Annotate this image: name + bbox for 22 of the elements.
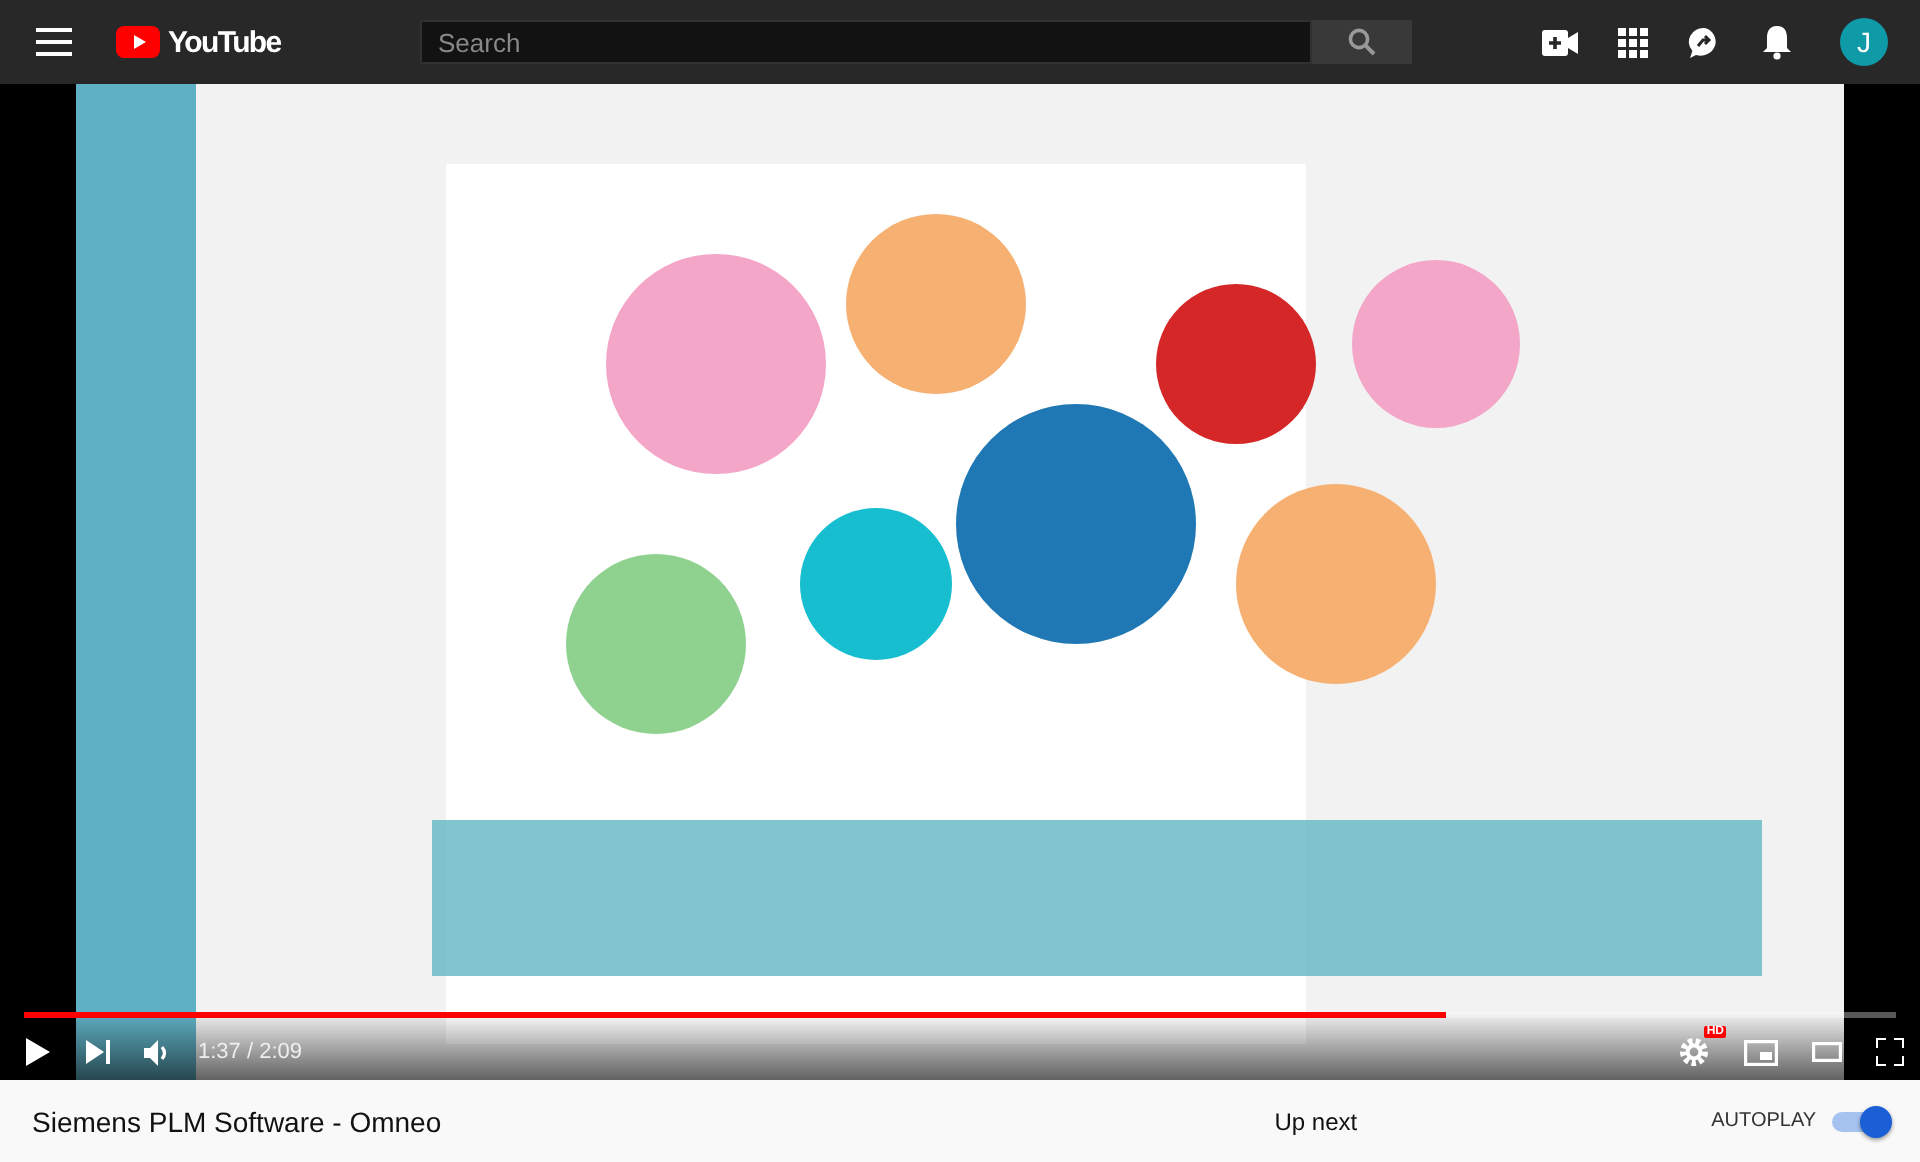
miniplayer-icon[interactable]	[1744, 1039, 1778, 1065]
next-icon[interactable]	[86, 1040, 110, 1064]
volume-icon[interactable]	[144, 1039, 172, 1065]
chat-bubble-icon[interactable]	[1688, 25, 1722, 59]
video-title: Siemens PLM Software - Omneo	[32, 1105, 444, 1137]
autoplay-toggle[interactable]	[1832, 1111, 1888, 1131]
theater-mode-icon[interactable]	[1812, 1042, 1842, 1062]
video-camera-icon[interactable]	[1542, 29, 1578, 55]
apps-grid-icon[interactable]	[1618, 27, 1648, 57]
play-icon[interactable]	[24, 1036, 52, 1068]
logo-text[interactable]: YouTube	[168, 25, 281, 59]
autoplay-label: AUTOPLAY	[1711, 1110, 1817, 1132]
search-field[interactable]: Search	[420, 20, 1312, 64]
bell-icon[interactable]	[1762, 24, 1792, 60]
settings-icon[interactable]	[1678, 1036, 1710, 1068]
search-icon	[1348, 28, 1376, 56]
fullscreen-icon[interactable]	[1876, 1038, 1904, 1066]
time-display: 1:37 / 2:09	[198, 1040, 302, 1064]
search-button[interactable]	[1312, 20, 1412, 64]
up-next-label: Up next	[1274, 1107, 1360, 1135]
menu-icon[interactable]	[36, 28, 72, 56]
play-logo-icon	[116, 26, 160, 58]
